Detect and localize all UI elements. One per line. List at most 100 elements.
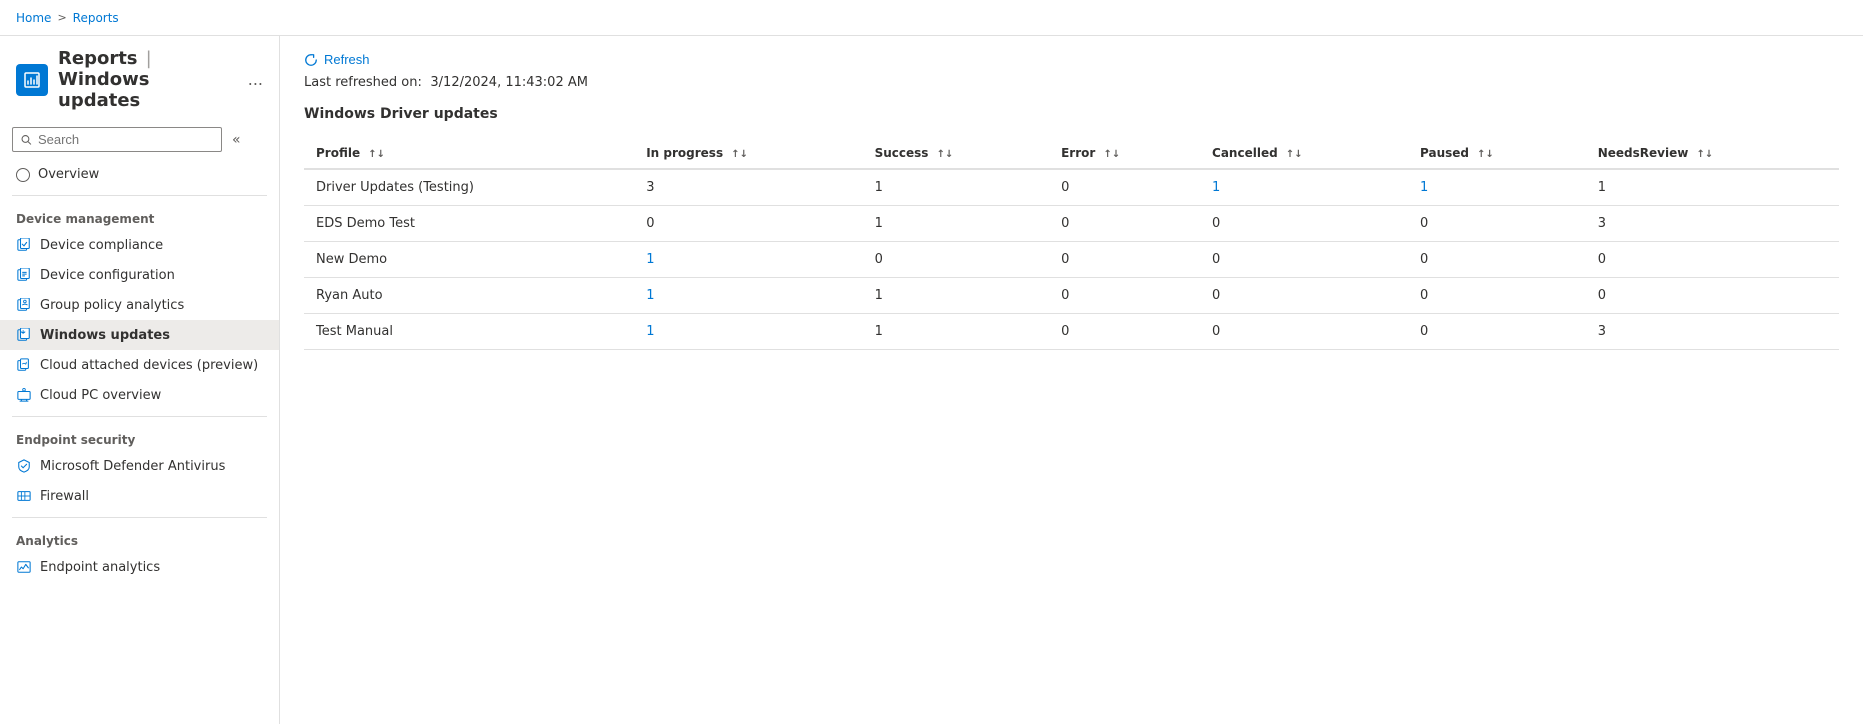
- nav-defender-label: Microsoft Defender Antivirus: [40, 459, 225, 474]
- refresh-label: Refresh: [324, 52, 370, 67]
- table-row: Test Manual110003: [304, 314, 1839, 350]
- windows-driver-table: Profile ↑↓ In progress ↑↓ Success ↑↓ E: [304, 138, 1839, 350]
- title-separator: |: [146, 48, 152, 69]
- nav-item-device-configuration[interactable]: Device configuration: [0, 260, 279, 290]
- cell-in_progress: 3: [634, 169, 862, 206]
- nav-device-configuration-label: Device configuration: [40, 268, 175, 283]
- table-section-title: Windows Driver updates: [304, 106, 1839, 122]
- cell-error: 0: [1049, 278, 1200, 314]
- nav-group-policy-analytics-label: Group policy analytics: [40, 298, 184, 313]
- nav-item-cloud-pc-overview[interactable]: Cloud PC overview: [0, 380, 279, 410]
- refresh-row: Refresh: [304, 52, 1839, 67]
- cell-needs_review: 0: [1586, 242, 1839, 278]
- cloud-pc-icon: [16, 387, 32, 403]
- cell-success: 0: [863, 242, 1050, 278]
- col-cancelled[interactable]: Cancelled ↑↓: [1200, 138, 1408, 169]
- content-inner: Refresh Last refreshed on: 3/12/2024, 11…: [280, 36, 1863, 366]
- windows-updates-icon: [16, 327, 32, 343]
- search-input[interactable]: [38, 132, 213, 147]
- refresh-button[interactable]: Refresh: [304, 52, 370, 67]
- col-error[interactable]: Error ↑↓: [1049, 138, 1200, 169]
- sort-icon-paused: ↑↓: [1477, 149, 1494, 160]
- nav-item-overview[interactable]: Overview: [0, 160, 279, 189]
- sort-icon-cancelled: ↑↓: [1286, 149, 1303, 160]
- cell-paused: 0: [1408, 206, 1586, 242]
- col-needs-review[interactable]: NeedsReview ↑↓: [1586, 138, 1839, 169]
- cell-error: 0: [1049, 242, 1200, 278]
- cell-in_progress[interactable]: 1: [634, 278, 862, 314]
- cell-cancelled: 0: [1200, 206, 1408, 242]
- cell-needs_review: 1: [1586, 169, 1839, 206]
- cell-needs_review: 3: [1586, 206, 1839, 242]
- table-row: New Demo100000: [304, 242, 1839, 278]
- firewall-icon: [16, 488, 32, 504]
- cell-cancelled: 0: [1200, 314, 1408, 350]
- table-row: Ryan Auto110000: [304, 278, 1839, 314]
- more-options-btn[interactable]: ...: [248, 70, 263, 89]
- cell-in_progress[interactable]: 1: [634, 242, 862, 278]
- cloud-attached-icon: [16, 357, 32, 373]
- nav-item-firewall[interactable]: Firewall: [0, 481, 279, 511]
- table-row: Driver Updates (Testing)310111: [304, 169, 1839, 206]
- nav-item-device-compliance[interactable]: Device compliance: [0, 230, 279, 260]
- divider-device-management: [12, 195, 267, 196]
- cell-success: 1: [863, 314, 1050, 350]
- overview-icon: [16, 168, 30, 182]
- cell-in_progress[interactable]: 1: [634, 314, 862, 350]
- sort-icon-in-progress: ↑↓: [731, 149, 748, 160]
- cell-paused[interactable]: 1: [1408, 169, 1586, 206]
- cell-profile: Ryan Auto: [304, 278, 634, 314]
- last-refreshed-label: Last refreshed on:: [304, 75, 422, 90]
- cell-error: 0: [1049, 206, 1200, 242]
- nav-item-cloud-attached[interactable]: Cloud attached devices (preview): [0, 350, 279, 380]
- cell-error: 0: [1049, 169, 1200, 206]
- nav-item-group-policy-analytics[interactable]: Group policy analytics: [0, 290, 279, 320]
- cell-profile: New Demo: [304, 242, 634, 278]
- col-paused[interactable]: Paused ↑↓: [1408, 138, 1586, 169]
- cell-success: 1: [863, 278, 1050, 314]
- cell-profile: Test Manual: [304, 314, 634, 350]
- breadcrumb-separator: >: [57, 11, 66, 24]
- col-success[interactable]: Success ↑↓: [863, 138, 1050, 169]
- nav-item-microsoft-defender[interactable]: Microsoft Defender Antivirus: [0, 451, 279, 481]
- nav-item-endpoint-analytics[interactable]: Endpoint analytics: [0, 552, 279, 582]
- cell-paused: 0: [1408, 314, 1586, 350]
- cell-cancelled[interactable]: 1: [1200, 169, 1408, 206]
- cell-profile: EDS Demo Test: [304, 206, 634, 242]
- col-in-progress[interactable]: In progress ↑↓: [634, 138, 862, 169]
- nav-cloud-attached-label: Cloud attached devices (preview): [40, 358, 258, 373]
- cell-cancelled: 0: [1200, 242, 1408, 278]
- nav-endpoint-analytics-label: Endpoint analytics: [40, 560, 160, 575]
- cell-profile: Driver Updates (Testing): [304, 169, 634, 206]
- divider-analytics: [12, 517, 267, 518]
- col-profile[interactable]: Profile ↑↓: [304, 138, 634, 169]
- table-row: EDS Demo Test010003: [304, 206, 1839, 242]
- section-label-endpoint-security: Endpoint security: [0, 423, 279, 451]
- last-refreshed-row: Last refreshed on: 3/12/2024, 11:43:02 A…: [304, 75, 1839, 90]
- nav-device-compliance-label: Device compliance: [40, 238, 163, 253]
- cell-paused: 0: [1408, 278, 1586, 314]
- collapse-sidebar-btn[interactable]: «: [228, 130, 245, 150]
- nav-cloud-pc-overview-label: Cloud PC overview: [40, 388, 161, 403]
- nav-windows-updates-label: Windows updates: [40, 328, 170, 343]
- cell-cancelled: 0: [1200, 278, 1408, 314]
- cell-success: 1: [863, 169, 1050, 206]
- endpoint-analytics-icon: [16, 559, 32, 575]
- nav-firewall-label: Firewall: [40, 489, 89, 504]
- sidebar: Reports | Windows updates ... « Overview…: [0, 36, 280, 724]
- breadcrumb-home[interactable]: Home: [16, 11, 51, 25]
- table-body: Driver Updates (Testing)310111EDS Demo T…: [304, 169, 1839, 350]
- table-header: Profile ↑↓ In progress ↑↓ Success ↑↓ E: [304, 138, 1839, 169]
- search-icon: [21, 134, 32, 146]
- breadcrumb: Home > Reports: [16, 11, 119, 25]
- page-header: Reports | Windows updates ...: [0, 36, 279, 119]
- cell-needs_review: 3: [1586, 314, 1839, 350]
- nav-item-windows-updates[interactable]: Windows updates: [0, 320, 279, 350]
- section-label-device-management: Device management: [0, 202, 279, 230]
- device-compliance-icon: [16, 237, 32, 253]
- search-box[interactable]: [12, 127, 222, 152]
- sort-icon-profile: ↑↓: [368, 149, 385, 160]
- divider-endpoint-security: [12, 416, 267, 417]
- nav-overview-label: Overview: [38, 167, 99, 182]
- last-refreshed-value: 3/12/2024, 11:43:02 AM: [430, 75, 588, 90]
